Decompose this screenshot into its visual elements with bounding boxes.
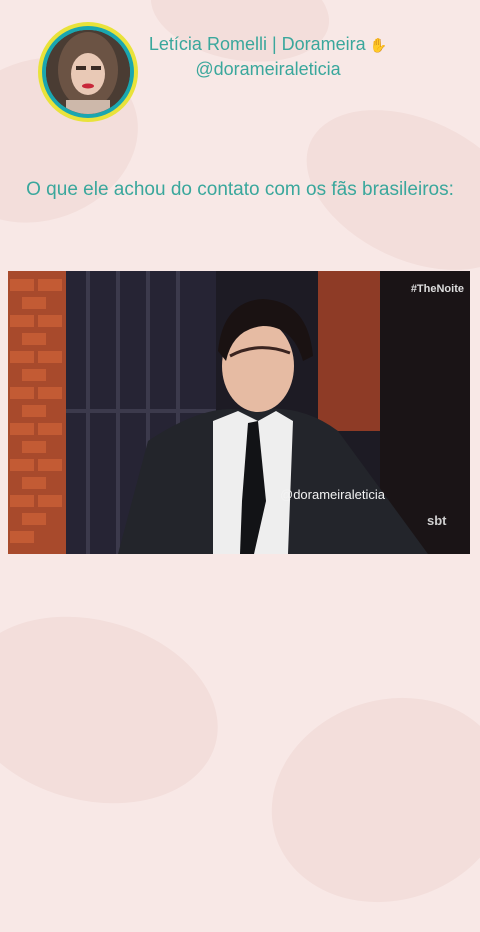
video-watermark: @dorameiraleticia — [280, 487, 385, 502]
network-logo: sbt — [427, 513, 447, 528]
channel-tag: #TheNoite — [410, 283, 464, 295]
background-shape — [0, 589, 239, 831]
profile-handle[interactable]: @dorameiraleticia — [108, 59, 428, 80]
profile-names: Letícia Romelli | Dorameira ✋ @dorameiral… — [108, 34, 428, 80]
raised-hand-icon: ✋ — [369, 37, 388, 53]
background-shape — [244, 667, 480, 932]
video-player[interactable]: #TheNoite @dorameiraleticia sbt — [8, 271, 470, 554]
profile-name: Letícia Romelli | Dorameira — [148, 34, 366, 54]
post-caption: O que ele achou do contato com os fãs br… — [26, 179, 454, 200]
video-frame — [8, 271, 470, 554]
